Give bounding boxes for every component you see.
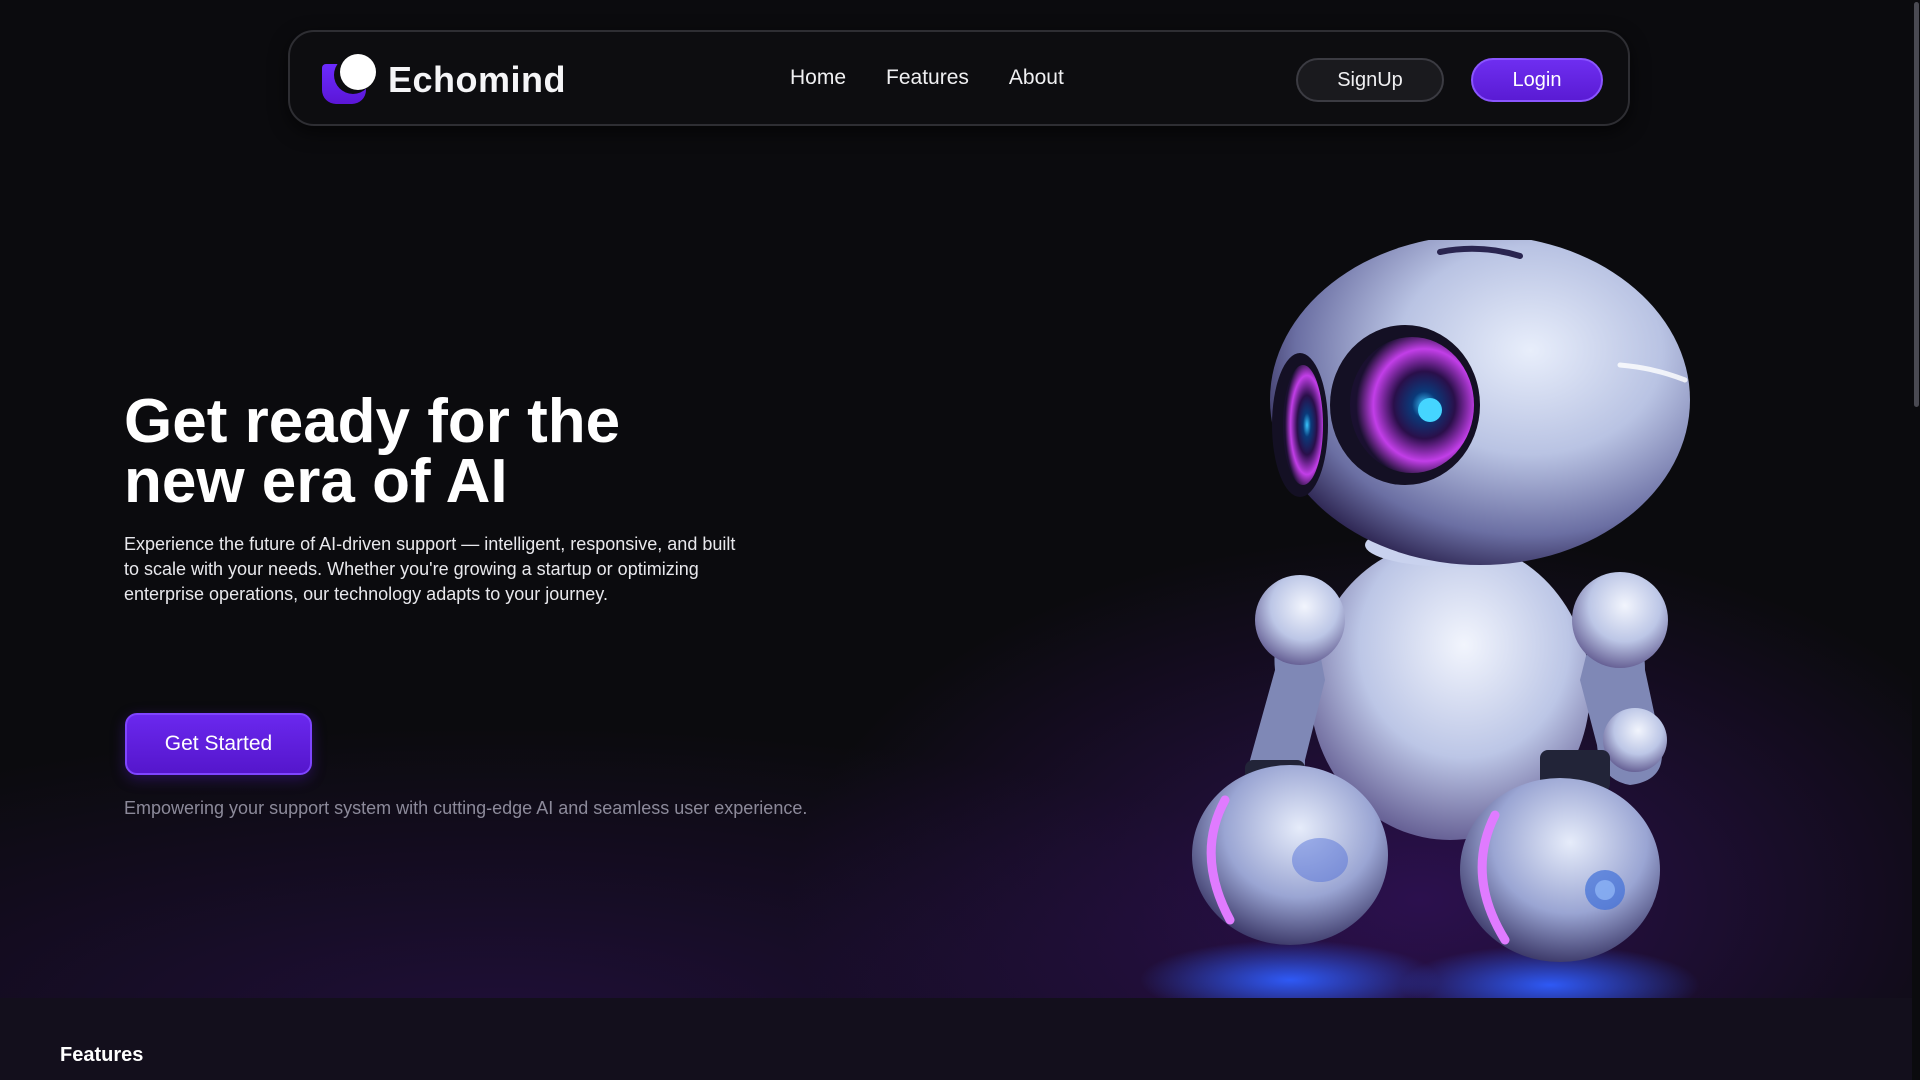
signup-button[interactable]: SignUp xyxy=(1296,58,1444,102)
brand[interactable]: Echomind xyxy=(320,52,566,108)
scrollbar-thumb[interactable] xyxy=(1914,2,1919,407)
get-started-button[interactable]: Get Started xyxy=(125,713,312,775)
nav-link-about[interactable]: About xyxy=(1009,66,1064,90)
landing-page: Echomind Home Features About SignUp Logi… xyxy=(0,0,1920,1080)
hero-title-line-2: new era of AI xyxy=(124,447,508,516)
hero-title-line-1: Get ready for the xyxy=(124,387,621,456)
nav-link-features[interactable]: Features xyxy=(886,66,969,90)
nav-link-home[interactable]: Home xyxy=(790,66,846,90)
top-navbar: Echomind Home Features About SignUp Logi… xyxy=(288,30,1630,126)
page-scrollbar[interactable] xyxy=(1912,0,1920,1080)
login-button[interactable]: Login xyxy=(1471,58,1603,102)
echomind-logo-icon xyxy=(320,52,376,108)
features-section: Features xyxy=(0,998,1920,1080)
hero-description: Experience the future of AI-driven suppo… xyxy=(124,534,736,604)
features-heading: Features xyxy=(60,1044,144,1066)
nav-links: Home Features About xyxy=(790,32,1064,124)
hero-title: Get ready for the new era of AI xyxy=(124,391,844,513)
robot-illustration xyxy=(1140,240,1700,1000)
hero-tagline: Empowering your support system with cutt… xyxy=(124,798,808,818)
brand-name: Echomind xyxy=(388,59,567,100)
